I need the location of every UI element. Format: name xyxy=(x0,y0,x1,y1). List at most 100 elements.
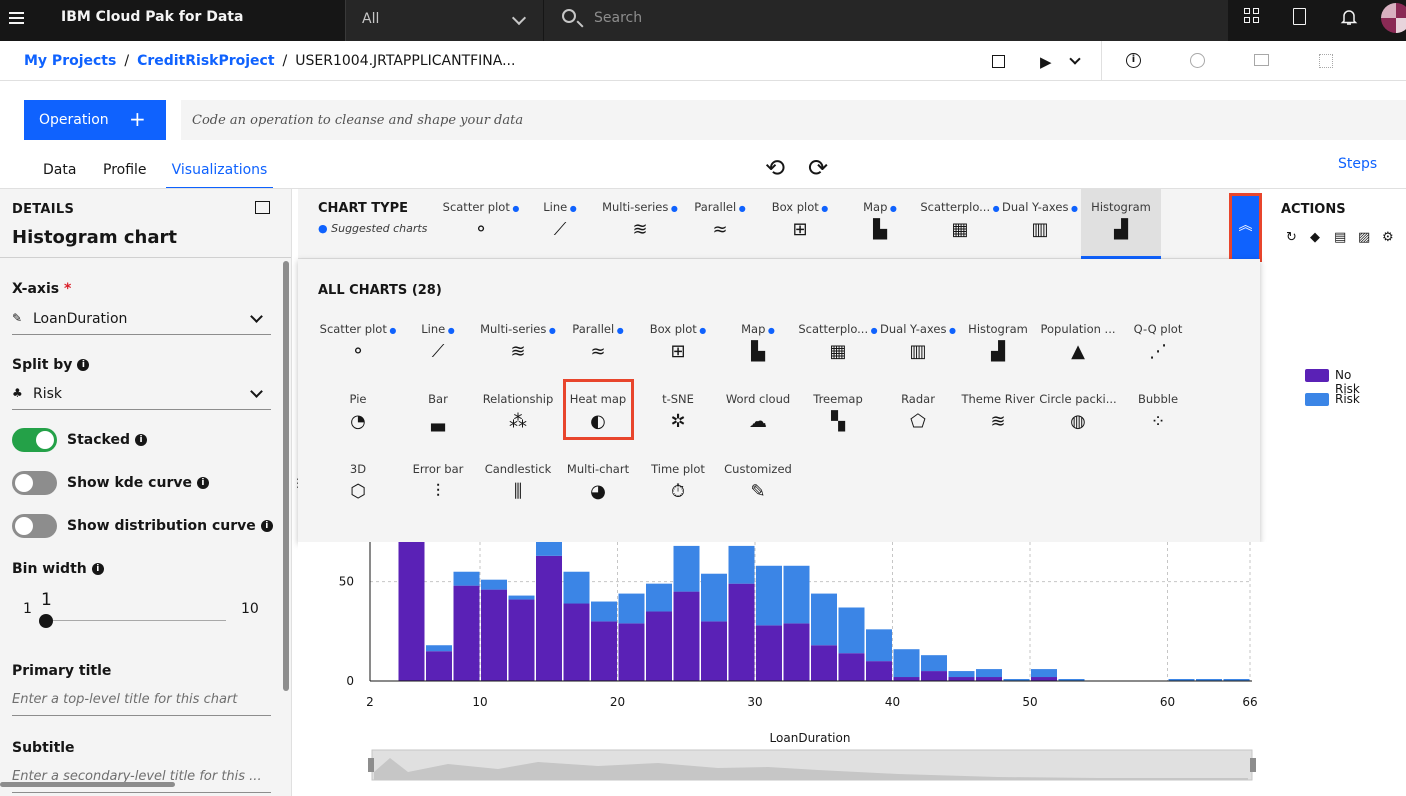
chart-option-3d-cubes[interactable]: 3D ⬡ xyxy=(318,462,398,522)
chart-type-multi-series[interactable]: Multi-series ● ≋ xyxy=(600,189,680,259)
chart-option-line-chart[interactable]: Line ● ⟋ xyxy=(398,322,478,382)
pencil-icon: ✎ xyxy=(12,311,23,325)
hamburger-menu-icon[interactable] xyxy=(0,0,32,36)
subtitle-input[interactable]: Enter a secondary-level title for this .… xyxy=(12,763,271,793)
histogram-bar-no-risk xyxy=(866,661,892,681)
info-icon[interactable]: i xyxy=(91,563,104,575)
chart-option-bar[interactable]: Bar ▃ xyxy=(398,392,478,452)
chart-option-relationship[interactable]: Relationship ⁂ xyxy=(478,392,558,452)
tab-visualizations[interactable]: Visualizations xyxy=(166,162,273,189)
vertical-scrollbar[interactable] xyxy=(283,261,289,691)
redo-icon[interactable]: ⟳ xyxy=(808,154,828,182)
chart-type-map[interactable]: Map ● ▙ xyxy=(840,189,920,259)
undo-icon[interactable]: ⟲ xyxy=(765,154,785,182)
chart-type-dual-y-axes[interactable]: Dual Y-axes ● ▥ xyxy=(1000,189,1080,259)
chart-option-customized[interactable]: Customized ✎ xyxy=(718,462,798,522)
histogram-bar-risk xyxy=(976,669,1002,678)
info-icon[interactable]: i xyxy=(1126,53,1141,68)
app-title[interactable]: IBM Cloud Pak for Data xyxy=(61,9,243,25)
tab-data[interactable]: Data xyxy=(43,162,76,189)
bin-width-slider-handle[interactable] xyxy=(39,614,53,628)
collapse-panel-icon[interactable] xyxy=(255,201,270,214)
chart-option-histogram[interactable]: Histogram ▟ xyxy=(958,322,1038,382)
chart-type-line-chart[interactable]: Line ● ⟋ xyxy=(520,189,600,259)
chart-option-qq-plot[interactable]: Q-Q plot ⋰ xyxy=(1118,322,1198,382)
chart-type-histogram[interactable]: Histogram ▟ xyxy=(1081,189,1161,259)
subtitle-label: Subtitle xyxy=(12,740,75,756)
dual-y-axes-icon: ▥ xyxy=(909,341,927,362)
apps-grid-icon[interactable] xyxy=(1244,8,1262,26)
distribution-curve-toggle[interactable] xyxy=(12,514,57,538)
panel-resize-handle[interactable]: ⋮ xyxy=(292,477,304,500)
version-history-icon[interactable] xyxy=(1190,53,1205,68)
refresh-icon[interactable]: ↻ xyxy=(1286,231,1300,245)
lineage-icon[interactable] xyxy=(1319,54,1333,68)
primary-title-label: Primary title xyxy=(12,663,112,679)
chart-type-parallel[interactable]: Parallel ● ≈ xyxy=(680,189,760,259)
kde-curve-label: Show kde curve i xyxy=(67,475,209,491)
chart-option-bubble[interactable]: Bubble ⁘ xyxy=(1118,392,1198,452)
chart-option-map[interactable]: Map ● ▙ xyxy=(718,322,798,382)
run-history-icon[interactable]: ▶ xyxy=(1040,53,1056,71)
search-input[interactable] xyxy=(594,7,1194,29)
chart-type-scatter[interactable]: Scatter plot ● ⚬ xyxy=(441,189,521,259)
chart-option-error-bar[interactable]: Error bar ⫶ xyxy=(398,462,478,522)
chart-type-scatter-matrix[interactable]: Scatterplo... ● ▦ xyxy=(920,189,1000,259)
collapse-chart-types-button[interactable]: ︽ xyxy=(1229,193,1262,262)
chart-option-box-plot[interactable]: Box plot ● ⊞ xyxy=(638,322,718,382)
breadcrumb-project[interactable]: CreditRiskProject xyxy=(137,53,274,69)
steps-link[interactable]: Steps xyxy=(1338,156,1377,172)
search-scope-value: All xyxy=(362,11,380,27)
chart-option-parallel[interactable]: Parallel ● ≈ xyxy=(558,322,638,382)
operation-code-input[interactable] xyxy=(181,100,1406,140)
bin-width-slider-track[interactable] xyxy=(46,620,226,621)
legend-swatch xyxy=(1305,393,1329,406)
operation-button[interactable]: Operation + xyxy=(24,100,166,140)
horizontal-scrollbar[interactable] xyxy=(0,782,175,787)
info-icon[interactable]: i xyxy=(196,477,209,489)
settings-icon[interactable]: ⚙ xyxy=(1382,231,1396,245)
chart-type-label: Scatter plot ● xyxy=(442,200,520,214)
chart-option-population-pyramid[interactable]: Population ... ▲ xyxy=(1038,322,1118,382)
chart-option-multi-chart[interactable]: Multi-chart ◕ xyxy=(558,462,638,522)
breadcrumb-bar: My Projects / CreditRiskProject / USER10… xyxy=(0,41,1406,81)
comment-icon[interactable] xyxy=(1254,54,1269,66)
info-icon[interactable]: i xyxy=(77,359,90,371)
stacked-toggle[interactable] xyxy=(12,428,57,452)
primary-title-input[interactable]: Enter a top-level title for this chart xyxy=(12,686,271,716)
chart-option-multi-series[interactable]: Multi-series ● ≋ xyxy=(478,322,558,382)
save-icon[interactable] xyxy=(992,55,1005,68)
info-icon[interactable]: i xyxy=(134,434,147,446)
chart-option-tsne[interactable]: t-SNE ✲ xyxy=(638,392,718,452)
split-by-dropdown[interactable]: ♣ Risk xyxy=(12,380,271,410)
chevron-down-icon[interactable] xyxy=(1069,53,1081,65)
user-avatar[interactable] xyxy=(1381,3,1406,33)
notification-bell-icon[interactable] xyxy=(1340,8,1358,26)
histogram-bar-no-risk xyxy=(701,621,727,681)
chart-option-pie[interactable]: Pie ◔ xyxy=(318,392,398,452)
chart-option-treemap[interactable]: Treemap ▚ xyxy=(798,392,878,452)
line-chart-icon: ⟋ xyxy=(553,219,567,240)
chart-option-word-cloud[interactable]: Word cloud ☁ xyxy=(718,392,798,452)
image-icon[interactable]: ▨ xyxy=(1358,231,1372,245)
chart-option-scatter-matrix[interactable]: Scatterplo... ● ▦ xyxy=(798,322,878,382)
kde-curve-toggle[interactable] xyxy=(12,471,57,495)
breadcrumb-my-projects[interactable]: My Projects xyxy=(24,53,116,69)
scatter-icon: ⚬ xyxy=(473,219,489,240)
document-icon[interactable] xyxy=(1293,8,1306,25)
x-axis-dropdown[interactable]: ✎ LoanDuration xyxy=(12,305,271,335)
scatter-matrix-icon: ▦ xyxy=(951,219,969,240)
tab-profile[interactable]: Profile xyxy=(103,162,147,189)
code-file-icon[interactable]: ▤ xyxy=(1334,231,1348,245)
chart-option-radar[interactable]: Radar ⬠ xyxy=(878,392,958,452)
tag-icon[interactable]: ◆ xyxy=(1310,231,1324,245)
chart-option-time-plot[interactable]: Time plot ⏱ xyxy=(638,462,718,522)
search-scope-select[interactable]: All xyxy=(345,0,543,41)
chart-option-dual-y-axes[interactable]: Dual Y-axes ● ▥ xyxy=(878,322,958,382)
chart-option-scatter[interactable]: Scatter plot ● ⚬ xyxy=(318,322,398,382)
chart-option-candlestick[interactable]: Candlestick ⫼ xyxy=(478,462,558,522)
chart-type-box-plot[interactable]: Box plot ● ⊞ xyxy=(760,189,840,259)
chart-option-circle-packing[interactable]: Circle packi... ◍ xyxy=(1038,392,1118,452)
chart-option-theme-river[interactable]: Theme River ≋ xyxy=(958,392,1038,452)
info-icon[interactable]: i xyxy=(260,520,273,532)
